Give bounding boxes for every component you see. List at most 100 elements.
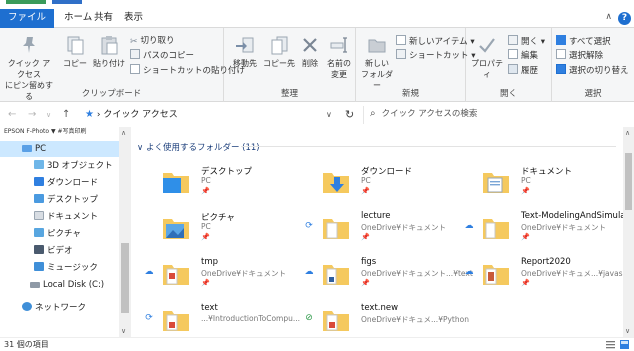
nav-item-pc[interactable]: PC bbox=[0, 141, 120, 157]
folder-tile-tmp[interactable]: ☁ tmp OneDrive¥ドキュメント 📌 bbox=[141, 255, 301, 295]
desktop-folder-icon bbox=[34, 194, 44, 203]
easy-access-shortcut-button[interactable]: ショートカット ▾ bbox=[396, 49, 475, 62]
cloud-icon: ☁ bbox=[464, 267, 474, 277]
ribbon-tabs: ファイル ホーム 共有 表示 ∧ ? bbox=[0, 6, 634, 28]
folder-location: OneDrive¥ドキュメ...¥javasrc bbox=[521, 269, 623, 278]
breadcrumb[interactable]: クイック アクセス bbox=[103, 110, 177, 120]
scroll-up-arrow-icon[interactable]: ∧ bbox=[121, 129, 126, 137]
folder-tile-lecture[interactable]: ⟳ lecture OneDrive¥ドキュメント 📌 bbox=[301, 209, 461, 249]
select-none-button[interactable]: 選択解除 bbox=[556, 49, 603, 62]
shortcut-label: ショートカット bbox=[409, 51, 469, 61]
scrollbar-thumb[interactable] bbox=[625, 153, 632, 210]
folder-tile-text[interactable]: ⟳ text ...¥IntroductionToCompu... bbox=[141, 301, 301, 337]
nav-item-downloads[interactable]: ダウンロード bbox=[0, 175, 120, 191]
divider bbox=[241, 146, 616, 147]
folder-name: Report2020 bbox=[521, 257, 571, 267]
large-icons-view-icon[interactable] bbox=[620, 340, 629, 349]
scrollbar-thumb[interactable] bbox=[121, 243, 129, 313]
nav-pane-scrollbar[interactable]: ∧ ∨ bbox=[119, 127, 131, 337]
copy-to-icon bbox=[271, 36, 288, 55]
folder-tile-text-new[interactable]: ⊘ text.new OneDrive¥ドキュメ...¥Python bbox=[301, 301, 469, 337]
copy-label: コピー bbox=[63, 59, 87, 68]
scroll-down-arrow-icon[interactable]: ∨ bbox=[121, 327, 126, 335]
nav-item-network[interactable]: ネットワーク bbox=[0, 300, 120, 316]
nav-item-label: ミュージック bbox=[47, 263, 98, 273]
copy-to-button[interactable]: コピー先 bbox=[262, 34, 296, 69]
cloud-icon: ☁ bbox=[144, 267, 154, 277]
pictures-folder-icon bbox=[34, 228, 44, 237]
edit-button[interactable]: 編集 bbox=[508, 49, 538, 62]
copy-icon bbox=[67, 36, 84, 55]
folder-tile-documents[interactable]: ドキュメント PC 📌 bbox=[461, 163, 621, 203]
copy-button[interactable]: コピー bbox=[60, 34, 90, 69]
delete-icon bbox=[303, 38, 317, 52]
folder-tile-text-modeling[interactable]: ☁ Text-ModelingAndSimula... OneDrive¥ドキュ… bbox=[461, 209, 624, 249]
copy-path-button[interactable]: パスのコピー bbox=[130, 49, 194, 62]
group-header-label: よく使用するフォルダー (11) bbox=[145, 143, 260, 153]
invert-selection-button[interactable]: 選択の切り替え bbox=[556, 64, 629, 77]
back-arrow-icon[interactable]: ← bbox=[8, 109, 16, 120]
status-bar: 31 個の項目 bbox=[0, 337, 634, 351]
select-all-button[interactable]: すべて選択 bbox=[556, 35, 611, 48]
select-all-label: すべて選択 bbox=[569, 37, 611, 47]
tab-file[interactable]: ファイル bbox=[0, 9, 55, 28]
details-view-icon[interactable] bbox=[606, 340, 615, 349]
checkmark-icon bbox=[479, 38, 495, 53]
up-arrow-icon[interactable]: ↑ bbox=[62, 109, 70, 120]
address-bar-row: ← → ∨ ↑ ★ › クイック アクセス ∨ ↻ ⌕ クイック アクセスの検索 bbox=[0, 103, 634, 127]
folder-name: Text-ModelingAndSimula... bbox=[521, 211, 623, 221]
new-item-button[interactable]: 新しいアイテム ▾ bbox=[396, 35, 475, 48]
search-box[interactable]: ⌕ クイック アクセスの検索 bbox=[363, 106, 634, 124]
rename-icon bbox=[330, 37, 347, 53]
address-box[interactable]: ★ › クイック アクセス bbox=[84, 106, 361, 124]
rename-button[interactable]: 名前の 変更 bbox=[324, 34, 354, 80]
folder-name: text bbox=[201, 303, 218, 313]
frequent-folders-header[interactable]: ∨ よく使用するフォルダー (11) bbox=[137, 141, 260, 153]
videos-folder-icon bbox=[34, 245, 44, 254]
folder-location: ...¥IntroductionToCompu... bbox=[201, 314, 301, 323]
nav-item-pictures[interactable]: ピクチャ bbox=[0, 226, 120, 242]
nav-item-documents[interactable]: ドキュメント bbox=[0, 209, 120, 225]
paste-icon bbox=[101, 36, 118, 55]
address-dropdown-icon[interactable]: ∨ bbox=[326, 110, 332, 119]
nav-item-local-disk[interactable]: Local Disk (C:) bbox=[0, 277, 120, 293]
nav-item-videos[interactable]: ビデオ bbox=[0, 243, 120, 259]
rename-label: 変更 bbox=[331, 70, 347, 79]
delete-button[interactable]: 削除 bbox=[298, 34, 322, 69]
folder-location: PC bbox=[201, 176, 211, 185]
folder-tile-figs[interactable]: ☁ figs OneDrive¥ドキュメント...¥text 📌 bbox=[301, 255, 473, 295]
nav-partial-item[interactable]: EPSON F-Photo ▼ #写真印刷 bbox=[0, 127, 131, 136]
properties-button[interactable]: プロパティ bbox=[468, 34, 506, 80]
network-icon bbox=[22, 302, 32, 311]
scroll-down-arrow-icon[interactable]: ∨ bbox=[625, 327, 630, 335]
move-to-button[interactable]: 移動先 bbox=[228, 34, 262, 69]
content-scrollbar[interactable]: ∧ ∨ bbox=[623, 127, 634, 337]
tab-view[interactable]: 表示 bbox=[116, 9, 151, 28]
refresh-icon[interactable]: ↻ bbox=[345, 108, 354, 121]
folder-tile-desktop[interactable]: デスクトップ PC 📌 bbox=[141, 163, 301, 203]
pc-icon bbox=[22, 145, 32, 152]
nav-item-music[interactable]: ミュージック bbox=[0, 260, 120, 276]
paste-button[interactable]: 貼り付け bbox=[92, 34, 126, 69]
folder-tile-downloads[interactable]: ダウンロード PC 📌 bbox=[301, 163, 461, 203]
invert-selection-icon bbox=[556, 64, 566, 74]
properties-label: プロパティ bbox=[471, 59, 503, 79]
nav-item-label: デスクトップ bbox=[47, 195, 99, 205]
nav-item-desktop[interactable]: デスクトップ bbox=[0, 192, 120, 208]
folder-tile-pictures[interactable]: ピクチャ PC 📌 bbox=[141, 209, 301, 249]
nav-item-label: PC bbox=[35, 144, 47, 154]
scissors-icon: ✂ bbox=[130, 37, 138, 47]
nav-item-3d-objects[interactable]: 3D オブジェクト bbox=[0, 158, 120, 174]
help-icon[interactable]: ? bbox=[618, 12, 631, 25]
cut-button[interactable]: ✂ 切り取り bbox=[130, 35, 175, 48]
open-button[interactable]: 開く ▾ bbox=[508, 35, 545, 48]
chevron-up-icon[interactable]: ∧ bbox=[605, 12, 612, 22]
forward-arrow-icon[interactable]: → bbox=[28, 109, 36, 120]
scroll-up-arrow-icon[interactable]: ∧ bbox=[625, 129, 630, 137]
folder-tile-report2020[interactable]: ☁ Report2020 OneDrive¥ドキュメ...¥javasrc 📌 bbox=[461, 255, 624, 295]
new-folder-button[interactable]: 新しい フォルダー bbox=[358, 34, 396, 91]
pin-icon bbox=[23, 37, 35, 53]
recent-locations-caret-icon[interactable]: ∨ bbox=[46, 111, 51, 119]
folder-location: OneDrive¥ドキュメント...¥text bbox=[361, 269, 473, 278]
history-button[interactable]: 履歴 bbox=[508, 64, 538, 77]
